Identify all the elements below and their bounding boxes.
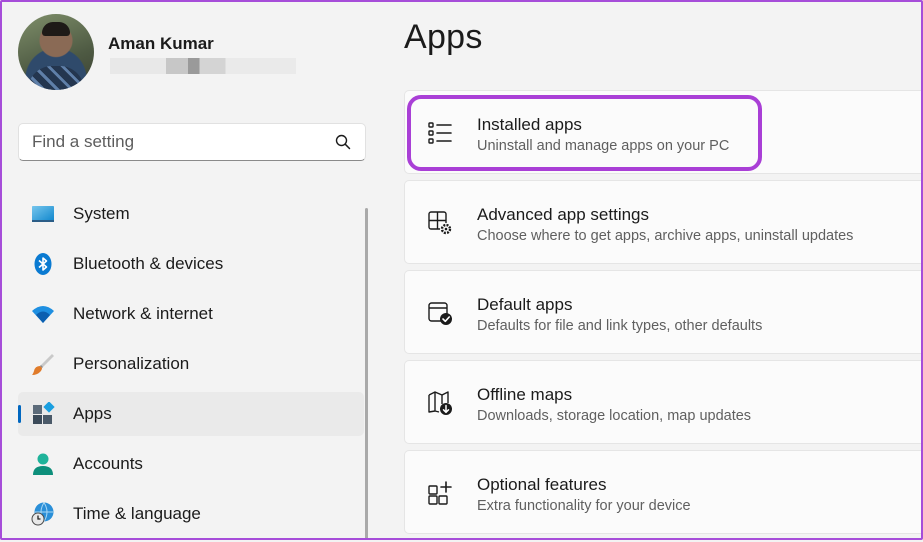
person-icon xyxy=(33,453,53,475)
card-installed-apps[interactable]: Installed apps Uninstall and manage apps… xyxy=(404,90,923,174)
wifi-icon xyxy=(32,306,54,323)
app-settings-icon xyxy=(428,211,452,235)
bluetooth-icon xyxy=(34,253,52,275)
avatar-hair xyxy=(42,22,70,36)
paintbrush-icon xyxy=(32,354,54,375)
card-default-apps[interactable]: Default apps Defaults for file and link … xyxy=(404,270,923,354)
page-title: Apps xyxy=(404,18,483,56)
sidebar-nav: System Bluetooth & devices Network & int… xyxy=(18,192,364,542)
sidebar-item-label: Accounts xyxy=(73,454,143,473)
avatar[interactable] xyxy=(18,14,94,90)
card-subtitle: Defaults for file and link types, other … xyxy=(477,318,763,334)
apps-icon xyxy=(33,402,55,424)
card-advanced-app-settings[interactable]: Advanced app settings Choose where to ge… xyxy=(404,180,923,264)
card-title: Offline maps xyxy=(477,385,573,404)
sidebar-item-system[interactable]: System xyxy=(18,192,364,236)
sidebar-item-network[interactable]: Network & internet xyxy=(18,292,364,336)
default-apps-icon xyxy=(428,302,452,325)
user-name: Aman Kumar xyxy=(108,34,214,53)
globe-clock-icon xyxy=(31,502,54,526)
add-feature-icon xyxy=(428,481,452,505)
card-subtitle: Uninstall and manage apps on your PC xyxy=(477,138,730,154)
sidebar-item-accounts[interactable]: Accounts xyxy=(18,442,364,486)
sidebar-item-label: Time & language xyxy=(73,504,201,523)
avatar-shirt xyxy=(28,66,84,90)
sidebar-item-label: Apps xyxy=(73,404,112,423)
card-title: Optional features xyxy=(477,475,607,494)
sidebar-item-label: Network & internet xyxy=(73,304,213,323)
sidebar-item-apps[interactable]: Apps xyxy=(18,392,364,436)
card-offline-maps[interactable]: Offline maps Downloads, storage location… xyxy=(404,360,923,444)
sidebar-item-personalization[interactable]: Personalization xyxy=(18,342,364,386)
card-title: Default apps xyxy=(477,295,573,314)
card-subtitle: Choose where to get apps, archive apps, … xyxy=(477,228,854,244)
card-subtitle: Extra functionality for your device xyxy=(477,498,691,514)
user-email-redacted xyxy=(110,58,296,74)
list-icon xyxy=(428,122,452,144)
card-subtitle: Downloads, storage location, map updates xyxy=(477,408,752,424)
sidebar-item-bluetooth[interactable]: Bluetooth & devices xyxy=(18,242,364,286)
search-box[interactable] xyxy=(18,123,366,161)
sidebar-item-label: Personalization xyxy=(73,354,190,373)
map-download-icon xyxy=(428,391,452,415)
card-optional-features[interactable]: Optional features Extra functionality fo… xyxy=(404,450,923,534)
search-icon[interactable] xyxy=(335,134,351,150)
search-input[interactable] xyxy=(19,124,332,160)
sidebar-item-label: System xyxy=(73,204,130,223)
sidebar-item-label: Bluetooth & devices xyxy=(73,254,224,273)
settings-card-list: Installed apps Uninstall and manage apps… xyxy=(404,90,923,540)
sidebar-item-time-language[interactable]: Time & language xyxy=(18,492,364,536)
card-title: Installed apps xyxy=(477,115,582,134)
card-title: Advanced app settings xyxy=(477,205,650,224)
monitor-icon xyxy=(32,206,54,222)
user-profile[interactable]: Aman Kumar xyxy=(18,14,358,94)
sidebar-scrollbar[interactable] xyxy=(365,208,368,540)
